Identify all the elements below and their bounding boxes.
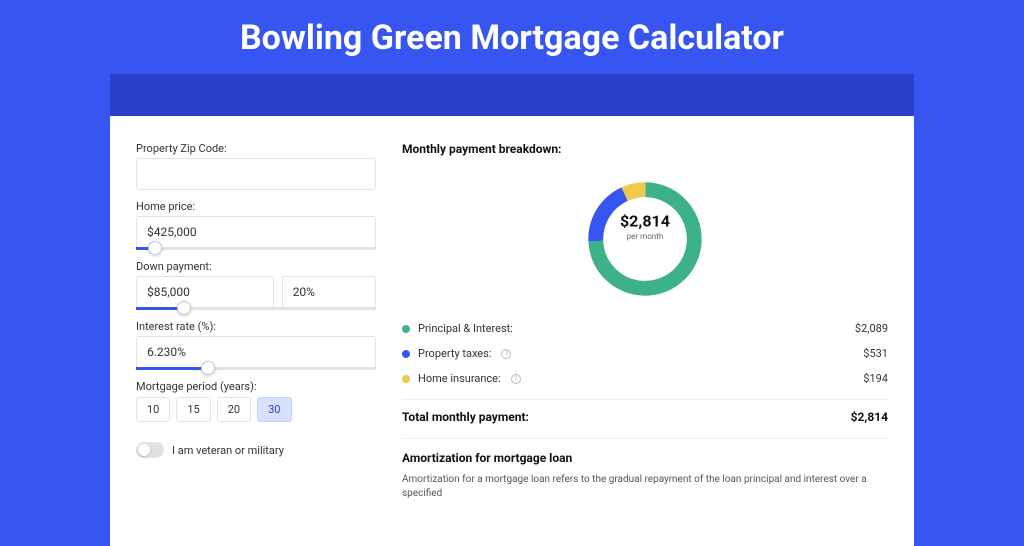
veteran-row: I am veteran or military: [136, 442, 376, 458]
legend-value: $531: [863, 347, 888, 360]
legend-row-principal: Principal & Interest: $2,089: [402, 322, 888, 335]
total-row: Total monthly payment: $2,814: [402, 399, 888, 424]
home-price-input[interactable]: [136, 216, 376, 248]
legend-value: $2,089: [855, 322, 888, 335]
amortization-body: Amortization for a mortgage loan refers …: [402, 473, 888, 501]
veteran-label: I am veteran or military: [172, 444, 284, 457]
accent-bar: [110, 74, 914, 116]
slider-thumb[interactable]: [148, 241, 162, 255]
legend-row-taxes: Property taxes:? $531: [402, 347, 888, 360]
period-option-10[interactable]: 10: [136, 397, 170, 422]
donut-amount: $2,814: [605, 214, 685, 233]
breakdown-panel: Monthly payment breakdown: $2,814 per mo…: [402, 142, 888, 536]
donut-chart: $2,814 per month: [402, 170, 888, 306]
home-price-slider[interactable]: [136, 247, 376, 250]
donut-sub: per month: [605, 233, 685, 242]
period-option-15[interactable]: 15: [176, 397, 210, 422]
down-payment-field: Down payment:: [136, 260, 376, 310]
calculator-card: Property Zip Code: Home price: Down paym…: [110, 116, 914, 546]
period-option-20[interactable]: 20: [217, 397, 251, 422]
legend-label: Principal & Interest:: [418, 322, 513, 335]
legend-dot-icon: [402, 375, 410, 383]
period-field: Mortgage period (years): 1015 2030: [136, 380, 376, 422]
period-option-30[interactable]: 30: [257, 397, 291, 422]
slider-thumb[interactable]: [177, 301, 191, 315]
donut-svg: $2,814 per month: [580, 174, 710, 304]
period-label: Mortgage period (years):: [136, 380, 376, 393]
legend-row-insurance: Home insurance:? $194: [402, 372, 888, 385]
zip-input[interactable]: [136, 158, 376, 190]
breakdown-title: Monthly payment breakdown:: [402, 142, 888, 156]
interest-field: Interest rate (%):: [136, 320, 376, 370]
down-payment-slider[interactable]: [136, 307, 376, 310]
zip-field: Property Zip Code:: [136, 142, 376, 190]
interest-input[interactable]: [136, 336, 376, 368]
down-payment-amount-input[interactable]: [136, 276, 274, 308]
page-title: Bowling Green Mortgage Calculator: [0, 0, 1024, 74]
legend-label: Property taxes:: [418, 347, 491, 360]
total-label: Total monthly payment:: [402, 410, 529, 424]
amortization-title: Amortization for mortgage loan: [402, 451, 888, 465]
legend-value: $194: [863, 372, 888, 385]
interest-slider[interactable]: [136, 367, 376, 370]
down-payment-pct-input[interactable]: [282, 276, 376, 308]
amortization-section: Amortization for mortgage loan Amortizat…: [402, 438, 888, 501]
interest-label: Interest rate (%):: [136, 320, 376, 333]
info-icon[interactable]: ?: [501, 349, 511, 359]
home-price-label: Home price:: [136, 200, 376, 213]
legend-label: Home insurance:: [418, 372, 501, 385]
legend-dot-icon: [402, 350, 410, 358]
slider-thumb[interactable]: [201, 361, 215, 375]
down-payment-label: Down payment:: [136, 260, 376, 273]
info-icon[interactable]: ?: [511, 374, 521, 384]
zip-label: Property Zip Code:: [136, 142, 376, 155]
period-options: 1015 2030: [136, 397, 376, 422]
veteran-toggle[interactable]: [136, 442, 164, 458]
home-price-field: Home price:: [136, 200, 376, 250]
form-panel: Property Zip Code: Home price: Down paym…: [136, 142, 376, 536]
total-value: $2,814: [851, 410, 888, 424]
legend-dot-icon: [402, 325, 410, 333]
legend: Principal & Interest: $2,089 Property taxe…: [402, 320, 888, 385]
